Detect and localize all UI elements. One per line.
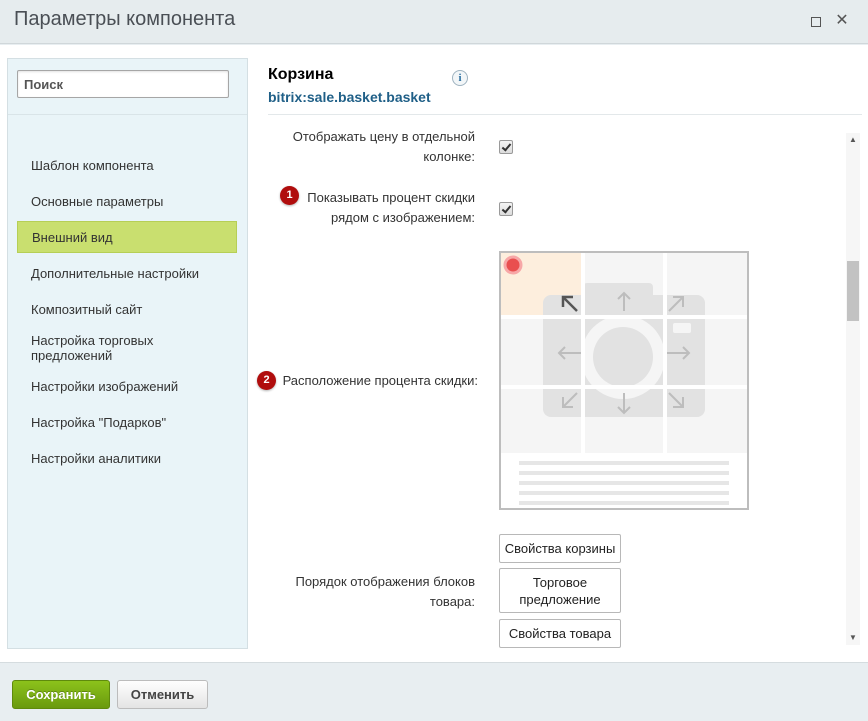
discount-percent-label-line2: рядом с изображением: xyxy=(331,210,475,225)
dialog-content: Шаблон компонента Основные параметры Вне… xyxy=(0,45,868,662)
discount-percent-label: Показывать процент скидки рядом с изобра… xyxy=(300,188,475,228)
close-icon[interactable]: ✕ xyxy=(833,12,851,30)
sidebar-item-additional[interactable]: Дополнительные настройки xyxy=(17,262,237,284)
discount-position-preview xyxy=(501,253,747,508)
sidebar-item-offers[interactable]: Настройка торговых предложений xyxy=(17,331,237,365)
price-column-label-line1: Отображать цену в отдельной xyxy=(292,129,475,144)
sidebar-item-main-params[interactable]: Основные параметры xyxy=(17,190,237,212)
sidebar-item-images[interactable]: Настройки изображений xyxy=(17,375,237,397)
blocks-order-label-line2: товара: xyxy=(429,594,475,609)
price-column-checkbox[interactable] xyxy=(499,140,513,154)
price-column-label: Отображать цену в отдельной колонке: xyxy=(270,127,475,167)
blocks-order-label: Порядок отображения блоков товара: xyxy=(270,572,475,612)
block-offer-button[interactable]: Торговое предложение xyxy=(499,568,621,613)
sidebar-item-analytics[interactable]: Настройки аналитики xyxy=(17,447,237,469)
search-input[interactable] xyxy=(17,70,229,98)
header-divider xyxy=(268,114,862,115)
component-code: bitrix:sale.basket.basket xyxy=(268,89,431,105)
block-product-props-button[interactable]: Свойства товара xyxy=(499,619,621,648)
sidebar-item-gifts[interactable]: Настройка "Подарков" xyxy=(17,411,237,433)
block-basket-props-button[interactable]: Свойства корзины xyxy=(499,534,621,563)
discount-percent-label-line1: Показывать процент скидки xyxy=(307,190,475,205)
blocks-order-label-line1: Порядок отображения блоков xyxy=(295,574,475,589)
scrollbar[interactable]: ▲ ▼ xyxy=(846,133,860,645)
step-badge-1: 1 xyxy=(280,186,299,205)
maximize-icon[interactable] xyxy=(806,12,824,30)
sidebar: Шаблон компонента Основные параметры Вне… xyxy=(7,58,248,649)
window-title: Параметры компонента xyxy=(14,8,236,30)
step-badge-2: 2 xyxy=(257,371,276,390)
window-titlebar: Параметры компонента ✕ xyxy=(0,0,868,44)
price-column-label-line2: колонке: xyxy=(423,149,475,164)
component-title: Корзина xyxy=(268,66,334,83)
scroll-up-icon[interactable]: ▲ xyxy=(846,133,860,147)
sidebar-item-composite[interactable]: Композитный сайт xyxy=(17,298,237,320)
discount-position-picker[interactable] xyxy=(499,251,749,510)
discount-percent-checkbox[interactable] xyxy=(499,202,513,216)
cancel-button[interactable]: Отменить xyxy=(117,680,208,709)
scroll-down-icon[interactable]: ▼ xyxy=(846,631,860,645)
sidebar-divider xyxy=(8,114,247,115)
sidebar-item-template[interactable]: Шаблон компонента xyxy=(17,154,237,176)
scrollbar-thumb[interactable] xyxy=(847,261,859,321)
save-button[interactable]: Сохранить xyxy=(12,680,110,709)
sidebar-item-appearance[interactable]: Внешний вид xyxy=(17,221,237,253)
info-icon[interactable]: i xyxy=(452,70,468,86)
discount-position-label: Расположение процента скидки: xyxy=(282,373,478,388)
dialog-footer: Сохранить Отменить xyxy=(0,662,868,721)
discount-marker-icon xyxy=(503,255,523,275)
